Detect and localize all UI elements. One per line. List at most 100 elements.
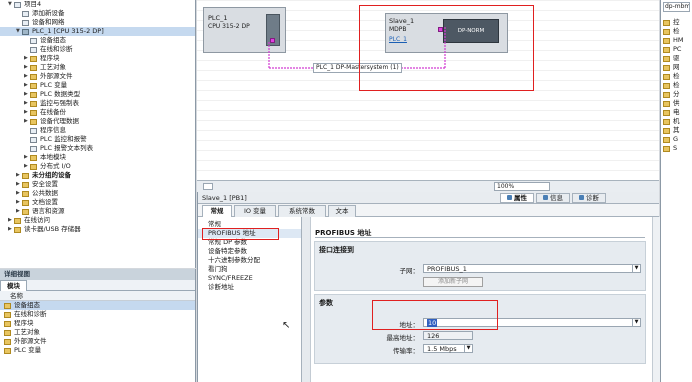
catalog-item[interactable]: 网 [661, 63, 692, 72]
tree-item[interactable]: ▼ 项目4 [0, 0, 195, 9]
subnet-select[interactable]: PROFIBUS_1 ▼ [423, 264, 641, 273]
scroll-left-icon[interactable] [203, 183, 213, 190]
tree-item[interactable]: ▶ 语言和资源 [0, 207, 195, 216]
detail-list-item[interactable]: PLC 变量 [0, 346, 195, 355]
catalog-item[interactable]: HM [661, 36, 692, 45]
tree-item[interactable]: ▶ 安全设置 [0, 180, 195, 189]
transmission-rate-value: 1.5 Mbps [427, 345, 457, 353]
catalog-item[interactable]: 检 [661, 27, 692, 36]
tree-item[interactable]: ▶ 文档设置 [0, 198, 195, 207]
tree-item[interactable]: PLC 监控和报警 [0, 135, 195, 144]
tree-item[interactable]: PLC 报警文本列表 [0, 144, 195, 153]
nav-item[interactable]: 十六进制参数分配 [198, 256, 301, 265]
tree-item[interactable]: ▶ 外部源文件 [0, 72, 195, 81]
nav-item[interactable]: 设备特定参数 [198, 247, 301, 256]
tree-item[interactable]: ▶ PLC 数据类型 [0, 90, 195, 99]
tree-item[interactable]: ▶ 公共数据 [0, 189, 195, 198]
tree-item[interactable]: ▶ 程序块 [0, 54, 195, 63]
tree-item[interactable]: ▶ 在线备份 [0, 108, 195, 117]
folder-icon [30, 163, 37, 170]
info-tab[interactable]: 信息 [536, 193, 570, 203]
catalog-item[interactable]: 供 [661, 99, 692, 108]
folder-icon [30, 100, 37, 107]
add-subnet-button[interactable]: 添加新子网 [423, 277, 483, 287]
catalog-item[interactable]: 检 [661, 81, 692, 90]
tree-item[interactable]: ▼ PLC_1 [CPU 315-2 DP] [0, 27, 195, 36]
tree-item-label: 安全设置 [32, 180, 58, 188]
tree-item-label: 程序信息 [40, 126, 66, 134]
detail-list-item[interactable]: 程序块 [0, 319, 195, 328]
zoom-select[interactable]: 100% [494, 182, 550, 191]
add-icon [22, 10, 29, 17]
catalog-item[interactable]: G [661, 135, 692, 144]
nav-item[interactable]: SYNC/FREEZE [198, 274, 301, 283]
diagnostics-tab[interactable]: 诊断 [572, 193, 606, 203]
tree-item[interactable]: 设备和网络 [0, 18, 195, 27]
catalog-item[interactable]: PC [661, 45, 692, 54]
tree-item[interactable]: ▶ 本地模块 [0, 153, 195, 162]
folder-icon [663, 64, 670, 71]
tree-item[interactable]: ▶ 工艺对象 [0, 63, 195, 72]
tree-item[interactable]: ▶ 分布式 I/O [0, 162, 195, 171]
tree-item[interactable]: 设备组态 [0, 36, 195, 45]
tree-item[interactable]: 程序信息 [0, 126, 195, 135]
folder-icon [14, 226, 21, 233]
inspector-vscroll[interactable] [652, 217, 660, 382]
folder-icon [4, 338, 11, 345]
detail-list-item[interactable]: 外部源文件 [0, 337, 195, 346]
folder-icon [4, 302, 11, 309]
chevron-down-icon[interactable]: ▼ [464, 345, 472, 352]
detail-list-item[interactable]: 设备组态 [0, 301, 195, 310]
nav-item[interactable]: 看门狗 [198, 265, 301, 274]
catalog-item[interactable]: 其 [661, 126, 692, 135]
tree-item[interactable]: ▶ 未分组的设备 [0, 171, 195, 180]
catalog-item[interactable]: 控 [661, 18, 692, 27]
tree-item[interactable]: ▶ 在线访问 [0, 216, 195, 225]
detail-view-title[interactable]: 详细视图 [0, 269, 195, 280]
transmission-rate-select[interactable]: 1.5 Mbps ▼ [423, 344, 473, 353]
catalog-search-input[interactable]: dp-mbm [663, 2, 690, 12]
property-tab[interactable]: 文本 [328, 205, 356, 217]
network-vscroll[interactable] [537, 0, 545, 180]
tree-item[interactable]: 在线和诊断 [0, 45, 195, 54]
detail-list: 设备组态 在线和诊断 程序块 工艺对象 外部源文件 PLC 变量 [0, 301, 195, 355]
detail-list-item[interactable]: 在线和诊断 [0, 310, 195, 319]
chevron-down-icon[interactable]: ▼ [632, 319, 640, 326]
tree-item-label: 公共数据 [32, 189, 58, 197]
detail-column-header[interactable]: 名称 [0, 291, 195, 301]
inspector-title: Slave_1 [PB1] [202, 194, 247, 202]
detail-list-item[interactable]: 工艺对象 [0, 328, 195, 337]
highest-address-label: 最高地址： [386, 334, 420, 342]
folder-icon [22, 190, 29, 197]
property-tab[interactable]: 常规 [202, 205, 232, 217]
tab-modules[interactable]: 模块 [0, 280, 27, 291]
mouse-cursor-icon: ↖ [282, 320, 291, 331]
tree-item[interactable]: ▶ 监控与强制表 [0, 99, 195, 108]
nav-item[interactable]: 诊断地址 [198, 283, 301, 292]
inspector-right-tabs: 属性 信息 诊断 [500, 193, 608, 203]
catalog-item[interactable]: 机 [661, 117, 692, 126]
chevron-down-icon[interactable]: ▼ [632, 265, 640, 272]
catalog-item[interactable]: 分 [661, 90, 692, 99]
tree-item-label: 在线备份 [40, 108, 66, 116]
properties-tab[interactable]: 属性 [500, 193, 534, 203]
catalog-item[interactable]: S [661, 144, 692, 153]
detail-view: 详细视图 模块 名称 设备组态 在线和诊断 程序块 工艺对象 外部源文件 PLC 变量 [0, 269, 196, 382]
catalog-item[interactable]: 电 [661, 108, 692, 117]
project-tree: ▼ 项目4 添加新设备 设备和网络 ▼ PLC_1 [CPU 315-2 DP] 设备组态在… [0, 0, 196, 268]
property-tab[interactable]: IO 变量 [234, 205, 276, 217]
tree-item[interactable]: ▶ 读卡器/USB 存储器 [0, 225, 195, 234]
tree-item-label: 设备组态 [40, 36, 66, 44]
section-divider [315, 237, 645, 238]
highest-address-field: 126 [423, 331, 473, 340]
tree-item[interactable]: 添加新设备 [0, 9, 195, 18]
tree-item[interactable]: ▶ 设备代理数据 [0, 117, 195, 126]
nav-splitter[interactable] [302, 217, 311, 382]
catalog-item[interactable]: 驱 [661, 54, 692, 63]
tree-item[interactable]: ▶ PLC 变量 [0, 81, 195, 90]
tree-item-label: 添加新设备 [32, 9, 65, 17]
folder-icon [663, 127, 670, 134]
catalog-item[interactable]: 检 [661, 72, 692, 81]
folder-icon [663, 73, 670, 80]
property-tab[interactable]: 系统常数 [278, 205, 326, 217]
